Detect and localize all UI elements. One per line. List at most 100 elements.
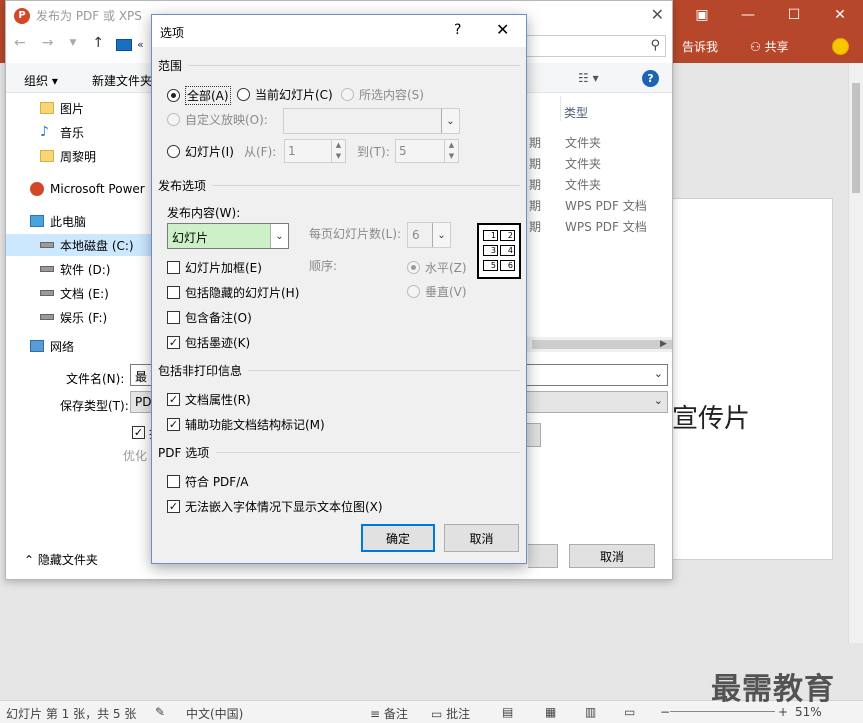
feedback-smiley-icon[interactable] bbox=[832, 38, 849, 55]
scrollbar-thumb[interactable] bbox=[852, 83, 860, 193]
include-hidden-checkbox[interactable]: 包括隐藏的幻灯片(H) bbox=[167, 284, 299, 301]
order-vertical-radio[interactable]: 垂直(V) bbox=[407, 283, 467, 300]
order-horizontal-radio[interactable]: 水平(Z) bbox=[407, 259, 467, 276]
tree-item-this-pc[interactable]: 此电脑 bbox=[6, 210, 152, 232]
share-button[interactable]: ⚇ 共享 bbox=[750, 38, 789, 55]
spellcheck-icon[interactable]: ✎ bbox=[155, 705, 165, 719]
tree-item-label: 图片 bbox=[60, 101, 85, 116]
tree-item-label: 此电脑 bbox=[50, 214, 87, 229]
hide-folders-toggle[interactable]: ⌃ 隐藏文件夹 bbox=[24, 551, 98, 568]
help-icon[interactable]: ? bbox=[642, 70, 659, 87]
per-page-value: 6 bbox=[412, 228, 420, 242]
tree-item-label: 音乐 bbox=[60, 125, 85, 140]
tree-item-pictures[interactable]: 图片 bbox=[6, 97, 152, 119]
hide-folders-label: 隐藏文件夹 bbox=[37, 553, 98, 567]
publish-button-fragment[interactable] bbox=[528, 544, 558, 568]
per-page-select[interactable]: 6 ⌄ bbox=[407, 222, 451, 248]
checkbox-box bbox=[167, 261, 180, 274]
include-comments-checkbox[interactable]: 包含备注(O) bbox=[167, 309, 252, 326]
slide-title-text[interactable]: 宣传片 bbox=[672, 398, 750, 435]
frame-slides-checkbox[interactable]: 幻灯片加框(E) bbox=[167, 259, 262, 276]
pdfa-checkbox[interactable]: 符合 PDF/A bbox=[167, 473, 248, 490]
range-current-label: 当前幻灯片(C) bbox=[255, 88, 333, 102]
forward-arrow-icon[interactable]: → bbox=[42, 35, 54, 51]
zoom-out-icon[interactable]: − bbox=[660, 705, 670, 719]
tree-item-label: 网络 bbox=[50, 340, 75, 352]
up-arrow-icon[interactable]: ↑ bbox=[92, 35, 104, 51]
to-spinner[interactable]: 5 ▲ ▼ bbox=[395, 139, 459, 163]
spinner-arrows-icon[interactable]: ▲ ▼ bbox=[331, 140, 345, 162]
drive-icon bbox=[40, 314, 54, 320]
ppt-vertical-scrollbar[interactable] bbox=[848, 63, 863, 643]
checkbox-box bbox=[167, 475, 180, 488]
chevron-down-icon[interactable]: ⌄ bbox=[654, 394, 663, 407]
comments-button[interactable]: ▭ 批注 bbox=[431, 705, 470, 722]
range-custom-radio[interactable]: 自定义放映(O): bbox=[167, 111, 268, 128]
cancel-button[interactable]: 取消 bbox=[444, 524, 519, 552]
tree-item-drive-c[interactable]: 本地磁盘 (C:) bbox=[6, 234, 152, 256]
zoom-slider[interactable] bbox=[670, 711, 775, 712]
savetype-value: PD bbox=[135, 395, 152, 409]
close-icon[interactable]: ✕ bbox=[496, 20, 509, 39]
include-ink-checkbox[interactable]: ✓ 包括墨迹(K) bbox=[167, 334, 250, 351]
tree-item-powerpoint[interactable]: Microsoft Power bbox=[6, 178, 152, 200]
structure-tags-checkbox[interactable]: ✓ 辅助功能文档结构标记(M) bbox=[167, 416, 325, 433]
organize-button[interactable]: 组织 ▾ bbox=[24, 72, 58, 89]
options-dialog: 选项 ? ✕ 范围 全部(A) 当前幻灯片(C) 所选内容(S) 自定义放映(O… bbox=[151, 14, 527, 564]
range-slides-radio[interactable]: 幻灯片(I) bbox=[167, 143, 234, 160]
publish-cancel-button[interactable]: 取消 bbox=[569, 544, 655, 568]
column-divider[interactable] bbox=[560, 96, 561, 121]
doc-properties-checkbox[interactable]: ✓ 文档属性(R) bbox=[167, 391, 251, 408]
options-button-fragment[interactable] bbox=[526, 423, 541, 447]
tree-item-label: 娱乐 (F:) bbox=[60, 310, 108, 325]
tree-item-music[interactable]: ♪ 音乐 bbox=[6, 121, 152, 143]
notes-button[interactable]: ≡ 备注 bbox=[370, 705, 408, 722]
ok-button[interactable]: 确定 bbox=[361, 524, 435, 552]
tree-item-drive-e[interactable]: 文档 (E:) bbox=[6, 282, 152, 304]
scroll-right-icon[interactable]: ▶ bbox=[660, 339, 667, 349]
chevron-down-icon[interactable]: ⌄ bbox=[654, 367, 663, 380]
spinner-arrows-icon[interactable]: ▲ ▼ bbox=[444, 140, 458, 162]
tree-item-network[interactable]: 网络 bbox=[6, 338, 152, 352]
scrollbar-thumb[interactable] bbox=[532, 340, 672, 349]
bitmap-text-checkbox[interactable]: ✓ 无法嵌入字体情况下显示文本位图(X) bbox=[167, 498, 383, 515]
new-folder-button[interactable]: 新建文件夹 bbox=[92, 72, 152, 89]
minimize-icon[interactable]: — bbox=[725, 0, 771, 30]
column-header-type[interactable]: 类型 bbox=[564, 104, 588, 121]
range-current-radio[interactable]: 当前幻灯片(C) bbox=[237, 86, 333, 103]
from-spinner[interactable]: 1 ▲ ▼ bbox=[284, 139, 346, 163]
publish-content-select[interactable]: 幻灯片 ⌄ bbox=[167, 223, 289, 249]
check-icon: ✓ bbox=[167, 500, 180, 513]
range-all-radio[interactable]: 全部(A) bbox=[167, 86, 231, 105]
slide-count: 幻灯片 第 1 张，共 5 张 bbox=[6, 707, 137, 721]
reading-view-icon[interactable]: ▥ bbox=[585, 705, 596, 719]
back-arrow-icon[interactable]: ← bbox=[14, 35, 26, 51]
open-after-publish-checkbox[interactable]: ✓ bbox=[132, 426, 145, 439]
tree-item-drive-f[interactable]: 娱乐 (F:) bbox=[6, 306, 152, 328]
tree-item-user[interactable]: 周黎明 bbox=[6, 145, 152, 167]
tell-me-button[interactable]: 告诉我 bbox=[682, 38, 718, 55]
search-input[interactable]: ⚲ bbox=[526, 35, 666, 57]
options-titlebar: 选项 ? ✕ bbox=[152, 15, 526, 47]
help-icon[interactable]: ? bbox=[454, 22, 461, 38]
maximize-icon[interactable]: ☐ bbox=[771, 0, 817, 30]
language-indicator[interactable]: 中文(中国) bbox=[186, 705, 243, 722]
publish-content-label: 发布内容(W): bbox=[167, 206, 241, 220]
tree-item-drive-d[interactable]: 软件 (D:) bbox=[6, 258, 152, 280]
publish-dialog-close-icon[interactable]: ✕ bbox=[651, 5, 664, 24]
normal-view-icon[interactable]: ▤ bbox=[502, 705, 513, 719]
close-icon[interactable]: ✕ bbox=[817, 0, 863, 30]
address-breadcrumb[interactable]: « bbox=[137, 38, 144, 51]
check-icon: ✓ bbox=[167, 336, 180, 349]
recent-chevron-icon[interactable]: ▼ bbox=[69, 38, 76, 51]
range-selection-radio[interactable]: 所选内容(S) bbox=[341, 86, 424, 103]
radio-indicator bbox=[167, 145, 180, 158]
view-options-icon[interactable]: ☷ ▾ bbox=[578, 71, 599, 85]
slide-sorter-icon[interactable]: ▦ bbox=[545, 705, 556, 719]
order-vertical-label: 垂直(V) bbox=[425, 285, 467, 299]
file-type: WPS PDF 文档 bbox=[565, 220, 647, 234]
slideshow-icon[interactable]: ▭ bbox=[624, 705, 635, 719]
ribbon-display-icon[interactable]: ▣ bbox=[679, 0, 725, 30]
custom-show-select[interactable]: ⌄ bbox=[283, 108, 460, 134]
address-computer-icon bbox=[116, 39, 132, 51]
